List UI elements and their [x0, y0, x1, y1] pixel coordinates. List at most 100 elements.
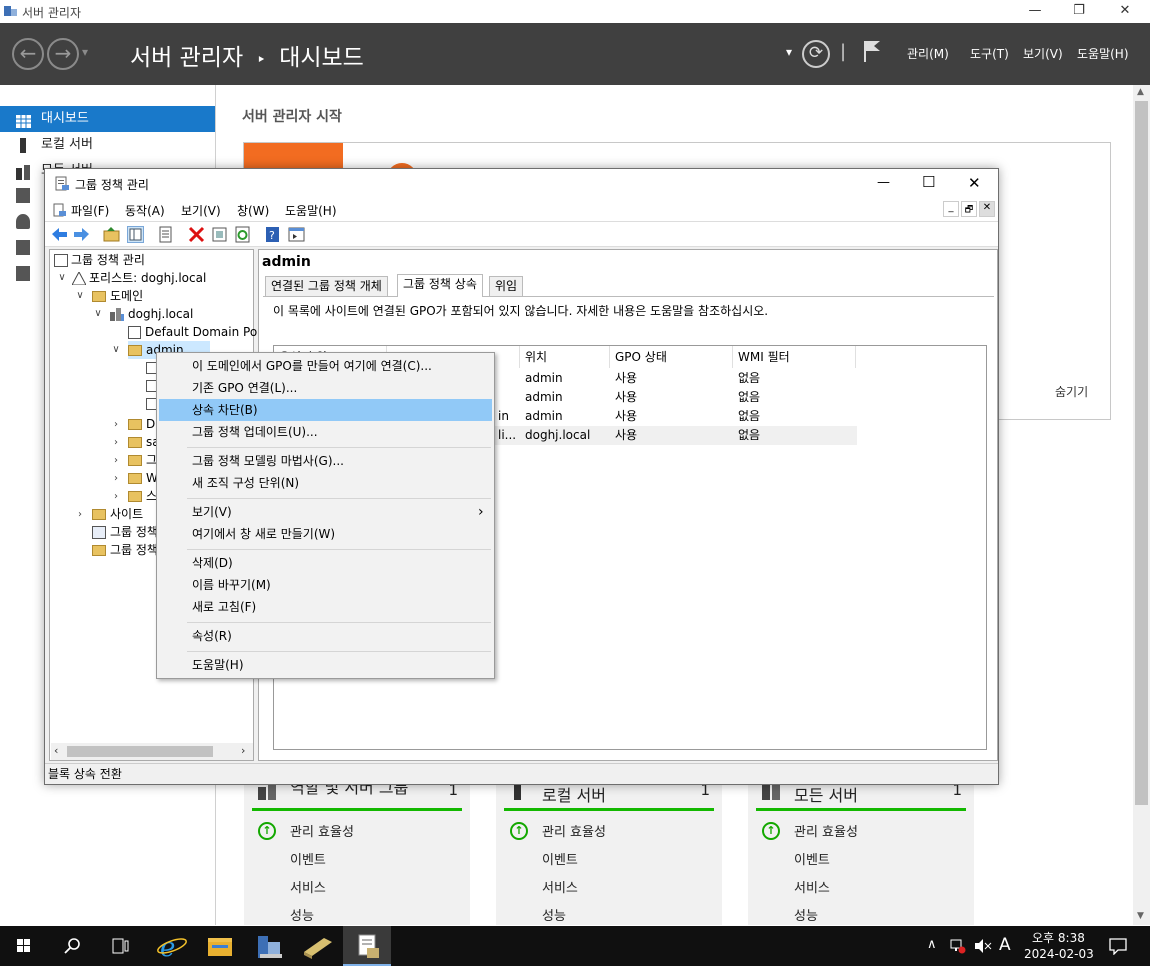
expand-icon[interactable]: › — [110, 419, 122, 430]
taskbar-tool[interactable] — [294, 926, 342, 966]
hide-link[interactable]: 숨기기 — [1055, 383, 1088, 400]
clock-time[interactable]: 오후 8:38 — [1032, 929, 1085, 946]
role-icon-1[interactable] — [16, 188, 30, 203]
col-gpo-status[interactable]: GPO 상태 — [610, 346, 733, 368]
properties-doc-icon[interactable] — [157, 226, 174, 243]
expand-icon[interactable]: › — [110, 491, 122, 502]
gpmc-close-button[interactable]: ✕ — [968, 174, 981, 192]
menu-item-help[interactable]: 도움말(H) — [159, 654, 492, 676]
menu-view[interactable]: 보기(V) — [1023, 45, 1063, 62]
taskbar-server-manager[interactable] — [244, 926, 292, 966]
menu-item-link-existing-gpo[interactable]: 기존 GPO 연결(L)... — [159, 377, 492, 399]
tree-forest[interactable]: 포리스트: doghj.local — [71, 269, 206, 287]
nav-item-local-server[interactable]: 로컬 서버 — [0, 132, 215, 158]
col-location[interactable]: 위치 — [520, 346, 610, 368]
menu-help[interactable]: 도움말(H) — [285, 202, 337, 219]
menu-item-refresh[interactable]: 새로 고침(F) — [159, 596, 492, 618]
tile-row-services[interactable]: 서비스 — [794, 877, 830, 896]
expand-sites-icon[interactable]: › — [74, 509, 86, 520]
refresh-icon[interactable] — [234, 226, 251, 243]
mdi-close-button[interactable]: ✕ — [979, 201, 995, 217]
tile-row-services[interactable]: 서비스 — [290, 877, 326, 896]
tree-ou-g[interactable]: 그 — [128, 451, 157, 469]
mdi-restore-button[interactable]: 🗗 — [961, 201, 977, 217]
menu-item-block-inheritance[interactable]: 상속 차단(B) — [159, 399, 492, 421]
gpmc-minimize-button[interactable]: — — [877, 175, 890, 190]
volume-muted-icon[interactable] — [974, 938, 992, 954]
col-wmi-filter[interactable]: WMI 필터 — [733, 346, 856, 368]
tab-gp-inheritance[interactable]: 그룹 정책 상속 — [397, 274, 483, 297]
action-pane-icon[interactable] — [288, 226, 305, 243]
expand-domains-icon[interactable]: ∨ — [74, 290, 86, 301]
input-method-indicator[interactable]: A — [999, 935, 1011, 955]
tile-row-events[interactable]: 이벤트 — [290, 849, 326, 868]
mdi-minimize-button[interactable]: _ — [943, 201, 959, 217]
task-view-button[interactable] — [96, 926, 144, 966]
close-button[interactable]: ✕ — [1102, 0, 1148, 23]
show-hide-console-tree-icon[interactable] — [127, 226, 144, 243]
back-button[interactable]: ← — [12, 38, 44, 70]
scroll-left-icon[interactable]: ‹ — [54, 744, 58, 757]
notifications-flag-icon[interactable] — [862, 39, 882, 63]
tray-overflow-icon[interactable]: ∧ — [927, 937, 937, 952]
properties-icon[interactable] — [211, 226, 228, 243]
menu-item-properties[interactable]: 속성(R) — [159, 625, 492, 647]
taskbar-ie[interactable]: e — [148, 926, 196, 966]
tree-default-domain-policy[interactable]: Default Domain Po — [128, 323, 257, 341]
clock-date[interactable]: 2024-02-03 — [1024, 947, 1094, 961]
tree-gp-results[interactable]: 그룹 정책 — [92, 541, 158, 559]
tile-roles[interactable]: 역할 및 서버 그룹 1 ↑ 관리 효율성 이벤트 서비스 성능 — [244, 775, 470, 925]
scroll-up-icon[interactable]: ▲ — [1137, 87, 1144, 97]
gpmc-maximize-button[interactable]: ☐ — [922, 173, 935, 191]
tree-ou-w[interactable]: W — [128, 469, 158, 487]
tile-local-server[interactable]: 로컬 서버 1 ↑ 관리 효율성 이벤트 서비스 성능 — [496, 775, 722, 925]
menu-file[interactable]: 파일(F) — [71, 202, 109, 219]
tree-sites[interactable]: 사이트 — [92, 505, 143, 523]
history-dropdown-icon[interactable]: ▾ — [82, 45, 88, 59]
nav-item-dashboard[interactable]: 대시보드 — [0, 106, 215, 132]
expand-icon[interactable]: › — [110, 473, 122, 484]
refresh-icon[interactable]: ⟳ — [802, 40, 830, 68]
role-icon-3[interactable] — [16, 240, 30, 255]
tree-ou-s[interactable]: 스 — [128, 487, 157, 505]
menu-manage[interactable]: 관리(M) — [907, 45, 949, 62]
tree-ou-sa[interactable]: sa — [128, 433, 160, 451]
expand-forest-icon[interactable]: ∨ — [56, 272, 68, 283]
search-button[interactable] — [48, 926, 96, 966]
menu-item-delete[interactable]: 삭제(D) — [159, 552, 492, 574]
network-icon[interactable] — [950, 938, 966, 954]
delete-icon[interactable] — [188, 226, 205, 243]
tile-row-events[interactable]: 이벤트 — [794, 849, 830, 868]
expand-domain-icon[interactable]: ∨ — [92, 308, 104, 319]
refresh-dropdown-icon[interactable]: ▾ — [786, 45, 792, 59]
menu-item-create-gpo-link[interactable]: 이 도메인에서 GPO를 만들어 여기에 연결(C)... — [159, 355, 492, 377]
start-button[interactable] — [0, 926, 48, 966]
menu-item-new-ou[interactable]: 새 조직 구성 단위(N) — [159, 472, 492, 494]
menu-action[interactable]: 동작(A) — [125, 202, 165, 219]
menu-help[interactable]: 도움말(H) — [1077, 45, 1129, 62]
breadcrumb-root[interactable]: 서버 관리자 — [130, 45, 243, 71]
tree-root-gpm[interactable]: 그룹 정책 관리 — [54, 251, 145, 269]
menu-item-gp-update[interactable]: 그룹 정책 업데이트(U)... — [159, 421, 492, 443]
taskbar-file-explorer[interactable] — [196, 926, 244, 966]
menu-item-rename[interactable]: 이름 바꾸기(M) — [159, 574, 492, 596]
tile-all-servers[interactable]: 모든 서버 1 ↑ 관리 효율성 이벤트 서비스 성능 — [748, 775, 974, 925]
scroll-thumb[interactable] — [1135, 101, 1148, 805]
tile-row-performance[interactable]: 성능 — [794, 905, 818, 924]
scroll-right-icon[interactable]: › — [241, 744, 245, 757]
menu-item-new-window[interactable]: 여기에서 창 새로 만들기(W) — [159, 523, 492, 545]
tree-gp-modeling[interactable]: 그룹 정책 — [92, 523, 158, 541]
role-icon-4[interactable] — [16, 266, 30, 281]
up-folder-icon[interactable] — [103, 226, 120, 243]
menu-item-view[interactable]: 보기(V) › — [159, 501, 492, 523]
restore-button[interactable]: ❐ — [1056, 0, 1102, 23]
menu-view[interactable]: 보기(V) — [181, 202, 221, 219]
tile-row-manageability[interactable]: 관리 효율성 — [290, 821, 354, 840]
expand-icon[interactable]: › — [110, 437, 122, 448]
minimize-button[interactable]: — — [1012, 0, 1058, 23]
scroll-down-icon[interactable]: ▼ — [1137, 911, 1144, 921]
role-icon-2[interactable] — [16, 214, 30, 229]
scroll-thumb[interactable] — [67, 746, 213, 757]
tile-row-manageability[interactable]: 관리 효율성 — [542, 821, 606, 840]
taskbar-gpmc[interactable] — [343, 926, 391, 966]
